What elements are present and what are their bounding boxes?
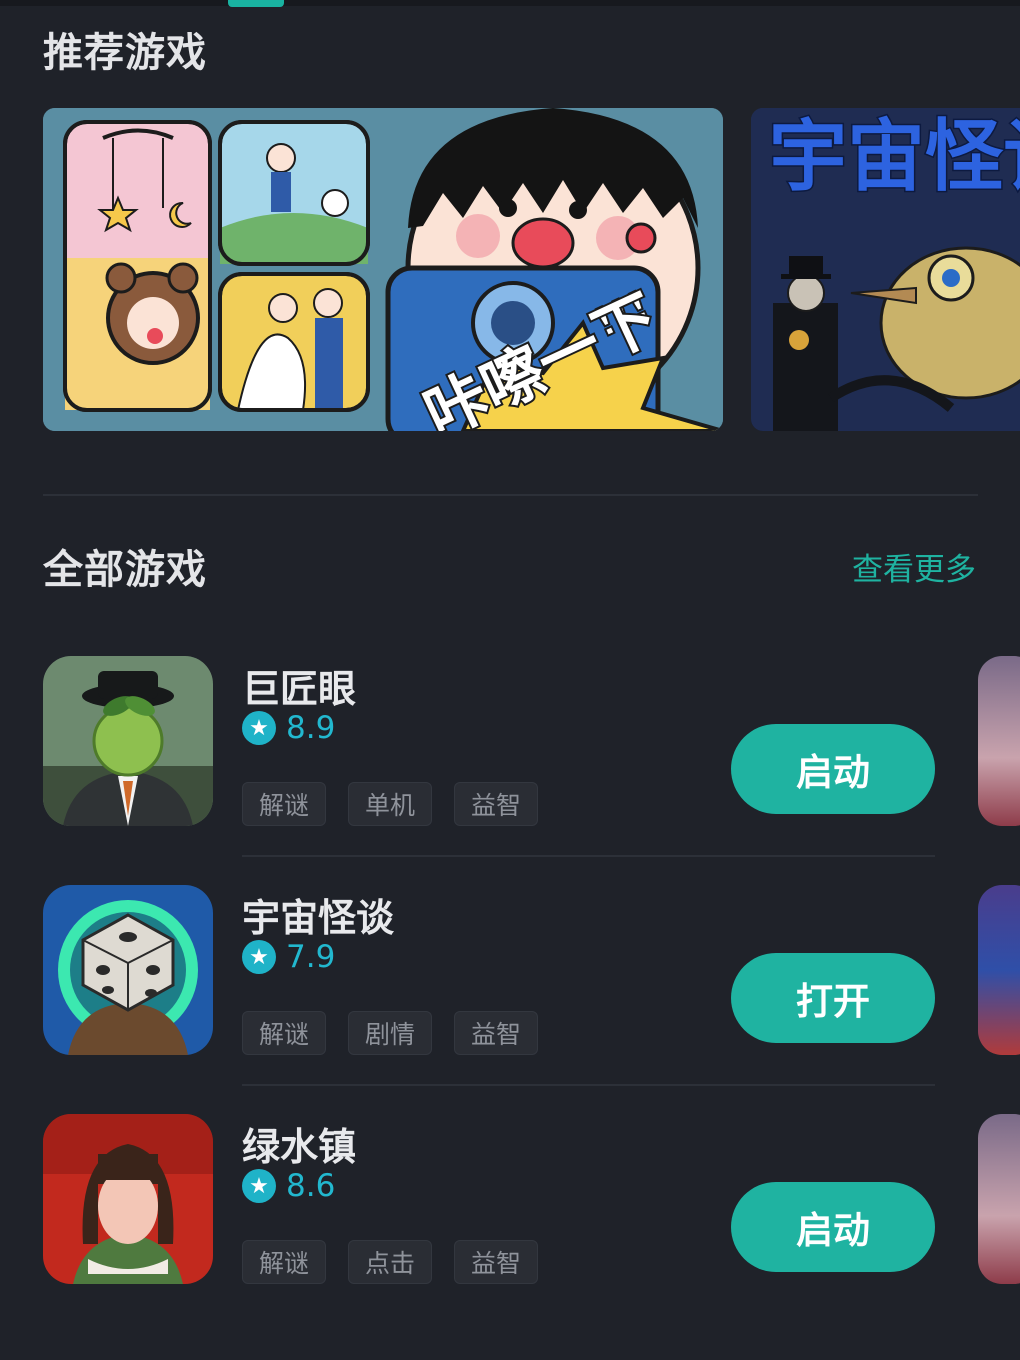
star-icon: ★	[242, 711, 276, 745]
game-tag: 解谜	[242, 1240, 326, 1284]
game-tag: 单机	[348, 782, 432, 826]
game-rating: ★ 8.6	[242, 1166, 335, 1206]
top-tab-strip	[0, 0, 1020, 6]
game-tag: 点击	[348, 1240, 432, 1284]
game-name: 宇宙怪谈	[242, 896, 395, 940]
game-icon-jujiangyan[interactable]	[43, 656, 213, 826]
game-rating: ★ 8.9	[242, 708, 335, 748]
next-card-peek[interactable]	[978, 885, 1020, 1055]
star-icon: ★	[242, 940, 276, 974]
banner-card-kacha[interactable]: !!! 咔嚓一下	[43, 108, 723, 431]
rating-value: 7.9	[286, 939, 336, 975]
game-tag: 益智	[454, 782, 538, 826]
game-tags: 解谜 点击 益智	[242, 1240, 538, 1284]
game-tag: 剧情	[348, 1011, 432, 1055]
row-divider	[242, 1084, 935, 1086]
banner-kacha-illustration: !!! 咔嚓一下	[43, 108, 723, 431]
game-name: 绿水镇	[242, 1125, 357, 1169]
game-tags: 解谜 剧情 益智	[242, 1011, 538, 1055]
game-name: 巨匠眼	[242, 667, 357, 711]
row-divider	[242, 855, 935, 857]
game-tag: 益智	[454, 1011, 538, 1055]
next-card-peek[interactable]	[978, 1114, 1020, 1284]
game-icon-cosmic-tales-art	[43, 885, 213, 1055]
section-divider	[43, 494, 978, 496]
banner-cosmic-caption: 宇宙怪谈	[769, 112, 1020, 202]
next-card-peek[interactable]	[978, 656, 1020, 826]
launch-game-button[interactable]: 启动	[731, 724, 935, 814]
game-icon-cosmic-tales[interactable]	[43, 885, 213, 1055]
see-more-link[interactable]: 查看更多	[852, 544, 976, 589]
banner-cosmic-illustration: 宇宙怪谈	[751, 108, 1020, 431]
game-row[interactable]: 巨匠眼 ★ 8.9 解谜 单机 益智 启动	[0, 656, 1020, 836]
recommended-section-title: 推荐游戏	[43, 30, 207, 76]
game-row[interactable]: 绿水镇 ★ 8.6 解谜 点击 益智 启动	[0, 1114, 1020, 1294]
game-icon-lvshuizhen[interactable]	[43, 1114, 213, 1284]
launch-game-button[interactable]: 启动	[731, 1182, 935, 1272]
game-tag: 益智	[454, 1240, 538, 1284]
game-row[interactable]: 宇宙怪谈 ★ 7.9 解谜 剧情 益智 打开	[0, 885, 1020, 1065]
open-game-button[interactable]: 打开	[731, 953, 935, 1043]
game-tag: 解谜	[242, 1011, 326, 1055]
game-tag: 解谜	[242, 782, 326, 826]
game-rating: ★ 7.9	[242, 937, 335, 977]
game-icon-lvshuizhen-art	[43, 1114, 213, 1284]
rating-value: 8.9	[286, 710, 336, 746]
all-games-section-title: 全部游戏	[43, 547, 207, 593]
star-icon: ★	[242, 1169, 276, 1203]
game-tags: 解谜 单机 益智	[242, 782, 538, 826]
banner-card-cosmic[interactable]: 宇宙怪谈	[751, 108, 1020, 431]
rating-value: 8.6	[286, 1168, 336, 1204]
active-tab-indicator	[228, 0, 284, 7]
game-icon-jujiangyan-art	[43, 656, 213, 826]
